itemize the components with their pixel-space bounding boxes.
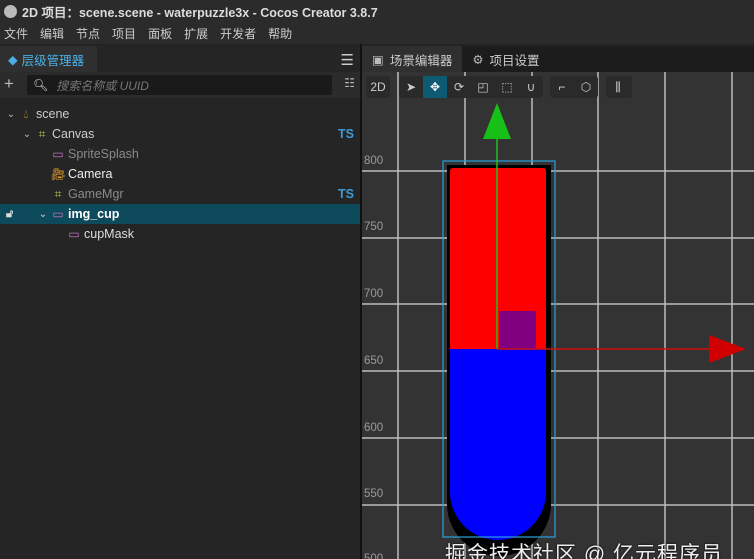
- node-label: SpriteSplash: [68, 147, 139, 161]
- tree-node-gamemgr[interactable]: ⌗ GameMgr TS: [0, 184, 360, 204]
- sprite-icon: ▭: [52, 207, 64, 221]
- transform-toolbar: ➤ ✥ ⟳ ◰ ⬚ ∪: [399, 76, 543, 98]
- move-tool-icon[interactable]: ✥: [423, 76, 447, 98]
- scene-icon: 💧︎: [23, 106, 29, 121]
- rect-tool-icon[interactable]: ⬚: [495, 80, 519, 94]
- select-tool-icon[interactable]: ➤: [399, 80, 423, 94]
- search-input[interactable]: 🔍︎ 搜索名称或 UUID: [27, 75, 332, 95]
- align-icon: ⫼: [615, 79, 621, 94]
- menu-panel[interactable]: 面板: [148, 25, 172, 42]
- tab-hierarchy[interactable]: ◆ 层级管理器: [0, 46, 97, 72]
- menu-extension[interactable]: 扩展: [184, 25, 208, 42]
- image-icon: ▣: [372, 52, 384, 67]
- ruler-label: 500: [364, 553, 384, 559]
- add-node-icon[interactable]: +: [4, 74, 14, 94]
- tab-project-settings[interactable]: ⚙ 项目设置: [462, 46, 549, 72]
- search-placeholder: 搜索名称或 UUID: [56, 78, 149, 93]
- node-label: GameMgr: [68, 187, 124, 201]
- tree-node-spritesplash[interactable]: ▭ SpriteSplash: [0, 144, 360, 164]
- pivot-icon[interactable]: ⌐: [550, 80, 574, 94]
- mode-label: 2D: [370, 80, 386, 94]
- panel-menu-icon[interactable]: ☰: [341, 51, 354, 69]
- tree-node-cupmask[interactable]: ▭ cupMask: [0, 224, 360, 244]
- node-icon: ⌗: [54, 186, 62, 201]
- grid: [362, 72, 754, 559]
- menu-project[interactable]: 项目: [112, 25, 136, 42]
- tab-label: 场景编辑器: [389, 53, 453, 68]
- menu-file[interactable]: 文件: [4, 25, 28, 42]
- x-axis-arrow-icon[interactable]: [709, 335, 746, 363]
- scale-tool-icon[interactable]: ◰: [471, 80, 495, 94]
- y-axis-arrow-icon[interactable]: [483, 103, 511, 139]
- ruler-label: 800: [364, 155, 384, 167]
- node-label: cupMask: [84, 227, 135, 241]
- sprite-icon: ▭: [68, 227, 80, 241]
- sprite-icon: ▭: [52, 147, 64, 161]
- title-bar: 2D 项目：scene.scene - waterpuzzle3x - Coco…: [0, 0, 754, 22]
- tab-label: 项目设置: [489, 53, 540, 68]
- chevron-down-icon[interactable]: ⌄: [20, 129, 34, 140]
- node-label: Camera: [68, 167, 113, 181]
- global-local-icon[interactable]: ⬡: [574, 80, 598, 94]
- node-label: scene: [36, 107, 70, 121]
- menu-bar: 文件 编辑 节点 项目 面板 扩展 开发者 帮助: [0, 22, 754, 44]
- menu-node[interactable]: 节点: [76, 25, 100, 42]
- menu-help[interactable]: 帮助: [268, 25, 292, 42]
- menu-edit[interactable]: 编辑: [40, 25, 64, 42]
- ruler-label: 700: [364, 288, 384, 300]
- rotate-tool-icon[interactable]: ⟳: [447, 80, 471, 94]
- chevron-down-icon[interactable]: ⌄: [4, 109, 18, 120]
- window-title: 2D 项目：scene.scene - waterpuzzle3x - Coco…: [22, 5, 378, 20]
- cup-mask-sprite: [499, 311, 536, 349]
- tree-node-img-cup[interactable]: 🔓︎ ⌄ ▭ img_cup: [0, 204, 360, 224]
- mode-2d-button[interactable]: 2D: [366, 76, 390, 98]
- unlock-icon[interactable]: 🔓︎: [6, 208, 13, 221]
- ruler-label: 550: [364, 488, 384, 500]
- ruler-label: 600: [364, 422, 384, 434]
- scene-viewport[interactable]: 800 750 700 650 600 550 500 2D ➤ ✥ ⟳ ◰ ⬚ ∪ ⌐ ⬡…: [362, 72, 754, 559]
- layers-icon: ◆: [8, 52, 18, 67]
- tree-node-canvas[interactable]: ⌄ ⌗ Canvas TS: [0, 124, 360, 144]
- node-label: img_cup: [68, 207, 120, 221]
- cocos-logo-icon: [4, 4, 17, 18]
- pivot-toolbar: ⌐ ⬡: [550, 76, 598, 98]
- tree-node-camera[interactable]: 🎥︎ Camera: [0, 164, 360, 184]
- tree-node-scene[interactable]: ⌄ 💧︎ scene: [0, 104, 360, 124]
- magnet-icon[interactable]: ∪: [519, 80, 543, 94]
- gear-icon: ⚙: [472, 52, 484, 67]
- search-icon: 🔍︎: [33, 78, 49, 92]
- ruler-label: 650: [364, 355, 384, 367]
- sort-icon[interactable]: ☷: [344, 76, 355, 90]
- scene-canvas: [362, 72, 754, 559]
- ruler-label: 750: [364, 221, 384, 233]
- menu-developer[interactable]: 开发者: [220, 25, 256, 42]
- align-dropdown[interactable]: ⫼: [606, 76, 632, 98]
- hierarchy-panel: ◆ 层级管理器 ☰ + 🔍︎ 搜索名称或 UUID ☷ ⌄ 💧︎ scene ⌄ ⌗ Can…: [0, 46, 360, 559]
- chevron-down-icon[interactable]: ⌄: [36, 209, 50, 220]
- bottom-liquid: [450, 349, 546, 540]
- tab-scene-editor[interactable]: ▣ 场景编辑器: [362, 46, 463, 72]
- camera-icon: 🎥︎: [50, 167, 66, 181]
- node-label: Canvas: [52, 127, 95, 141]
- canvas-icon: ⌗: [38, 126, 46, 141]
- ts-badge: TS: [338, 127, 354, 141]
- hierarchy-toolbar: + 🔍︎ 搜索名称或 UUID ☷: [0, 72, 360, 98]
- watermark: 掘金技术社区 @ 亿元程序员: [445, 543, 723, 559]
- node-tree: ⌄ 💧︎ scene ⌄ ⌗ Canvas TS ▭ SpriteSplash 🎥︎ Came…: [0, 104, 360, 244]
- tab-label: 层级管理器: [21, 53, 85, 68]
- ts-badge: TS: [338, 187, 354, 201]
- scene-editor-panel: ▣ 场景编辑器 ⚙ 项目设置 800 750 700 650 600 550 500…: [362, 46, 754, 559]
